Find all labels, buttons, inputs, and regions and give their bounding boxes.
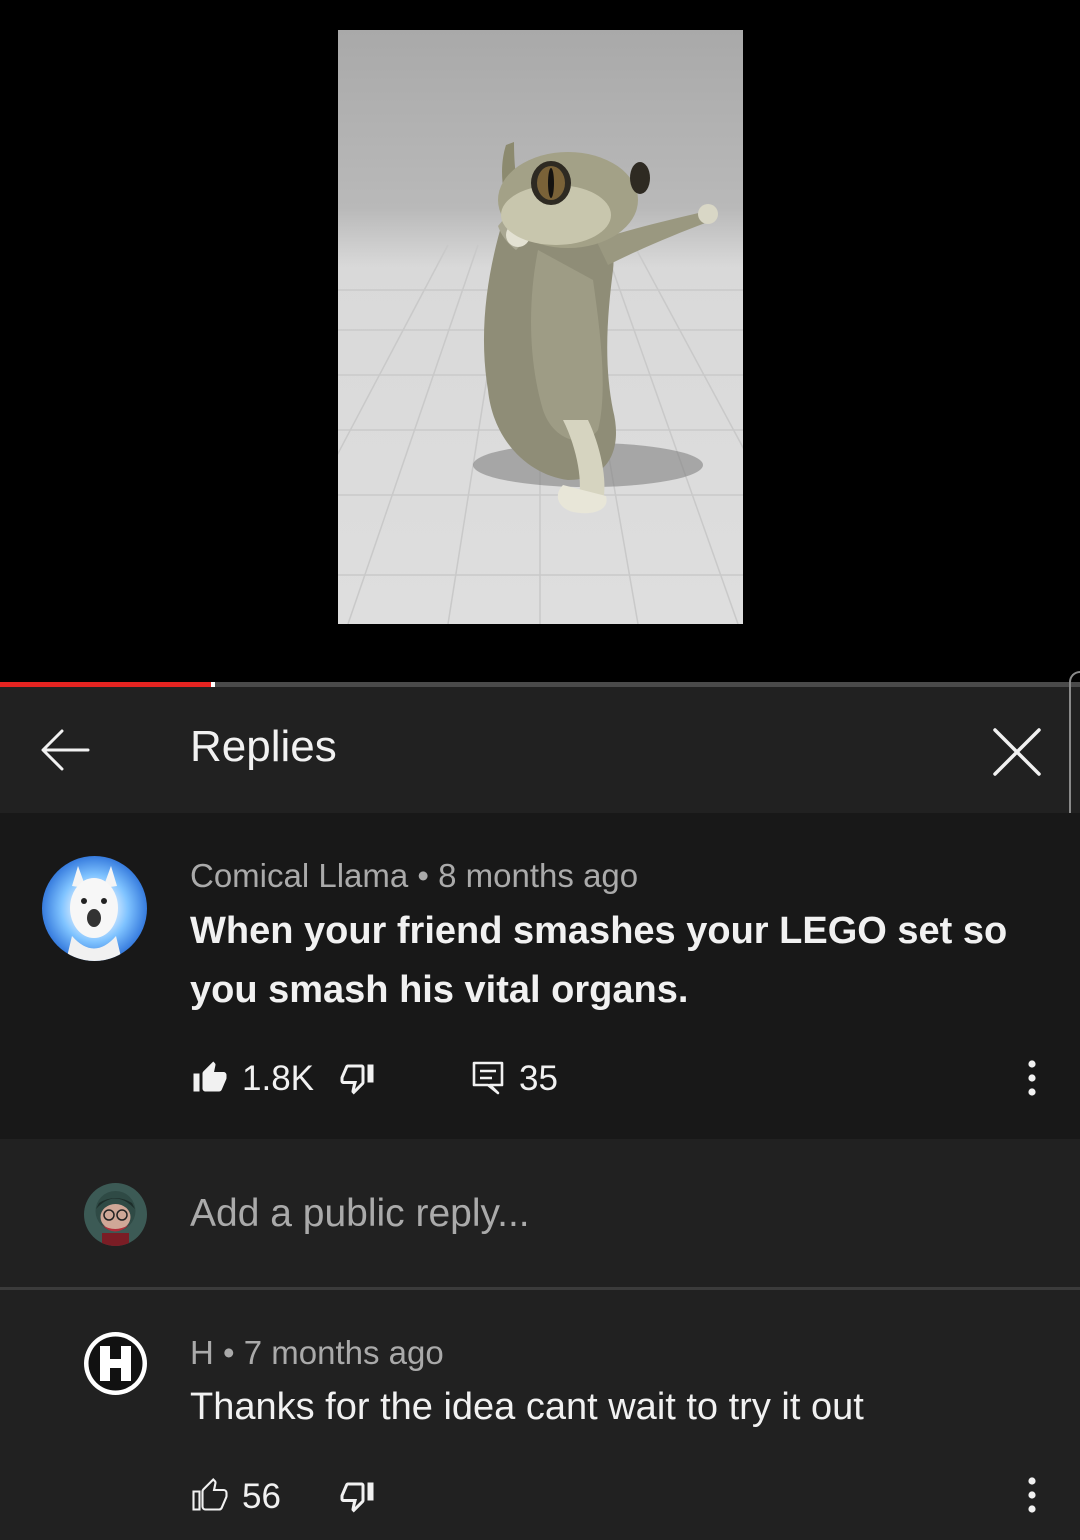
dislike-button[interactable] bbox=[339, 1060, 375, 1101]
comment-author[interactable]: Comical Llama bbox=[190, 857, 408, 894]
comment-more-button[interactable] bbox=[1022, 1056, 1042, 1100]
reply-input-placeholder[interactable]: Add a public reply... bbox=[190, 1192, 530, 1236]
gecko-scene-image bbox=[338, 142, 743, 624]
thumbs-down-icon bbox=[340, 1064, 374, 1095]
reply-author[interactable]: H bbox=[190, 1334, 214, 1371]
user-avatar-image bbox=[95, 1191, 136, 1246]
user-avatar bbox=[84, 1183, 147, 1246]
reply-meta: H • 7 months ago bbox=[190, 1334, 444, 1372]
thumbs-up-icon bbox=[192, 1478, 228, 1511]
more-vertical-icon bbox=[1028, 1477, 1036, 1513]
llama-avatar-image bbox=[66, 866, 122, 961]
avatar[interactable] bbox=[42, 856, 147, 961]
video-player[interactable] bbox=[0, 0, 1080, 682]
reply-like-count: 56 bbox=[242, 1477, 281, 1516]
reply-like-button[interactable] bbox=[192, 1478, 228, 1519]
comment-icon bbox=[472, 1061, 504, 1095]
more-vertical-icon bbox=[1028, 1060, 1036, 1096]
thumbs-down-icon bbox=[340, 1482, 374, 1513]
reply-more-button[interactable] bbox=[1022, 1473, 1042, 1517]
reply-input-row[interactable] bbox=[0, 1139, 1080, 1287]
panel-title: Replies bbox=[190, 722, 337, 771]
reply-avatar[interactable] bbox=[84, 1332, 147, 1395]
panel-header bbox=[0, 687, 1080, 813]
reply-text: Thanks for the idea cant wait to try it … bbox=[190, 1386, 864, 1428]
video-frame bbox=[338, 30, 743, 624]
close-icon bbox=[993, 728, 1041, 776]
back-arrow-icon bbox=[41, 729, 90, 771]
like-button[interactable] bbox=[192, 1060, 228, 1101]
meta-separator: • bbox=[417, 857, 439, 894]
meta-separator: • bbox=[223, 1334, 244, 1371]
reply-dislike-button[interactable] bbox=[339, 1478, 375, 1519]
comment-meta: Comical Llama • 8 months ago bbox=[190, 857, 638, 895]
reply-count: 35 bbox=[519, 1059, 558, 1098]
comment-time[interactable]: 8 months ago bbox=[438, 857, 638, 894]
reply-time[interactable]: 7 months ago bbox=[244, 1334, 444, 1371]
thumbs-up-filled-icon bbox=[193, 1061, 227, 1092]
like-count: 1.8K bbox=[242, 1059, 314, 1098]
reply-button[interactable] bbox=[470, 1059, 506, 1100]
close-button[interactable] bbox=[990, 725, 1044, 779]
back-button[interactable] bbox=[38, 725, 92, 775]
comment-text: When your friend smashes your LEGO set s… bbox=[190, 910, 1008, 1011]
h-logo-avatar-image bbox=[88, 1336, 143, 1391]
